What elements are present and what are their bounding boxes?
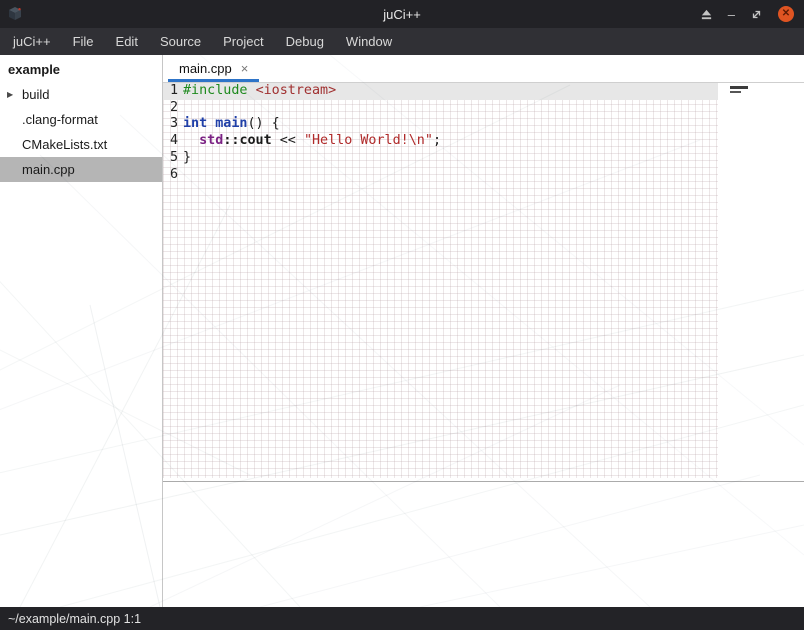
tree-item-main-cpp[interactable]: main.cpp bbox=[0, 157, 162, 182]
tab-close-icon[interactable]: × bbox=[241, 61, 249, 76]
statusbar: ~/example/main.cpp 1:1 bbox=[0, 607, 804, 630]
app-icon bbox=[7, 6, 23, 22]
line-number: 2 bbox=[163, 100, 178, 117]
titlebar: juCi++ – ✕ bbox=[0, 0, 804, 28]
code-line-4[interactable]: 4 std::cout << "Hello World!\n"; bbox=[163, 133, 718, 150]
code-editor[interactable]: 1#include <iostream>23int main() {4 std:… bbox=[163, 83, 804, 481]
tree-items: ▶build .clang-format CMakeLists.txt main.cp… bbox=[0, 82, 162, 182]
menu-window[interactable]: Window bbox=[335, 28, 403, 55]
tab-label: main.cpp bbox=[179, 61, 232, 76]
menu-edit[interactable]: Edit bbox=[105, 28, 149, 55]
code-line-3[interactable]: 3int main() { bbox=[163, 116, 718, 133]
code-line-5[interactable]: 5} bbox=[163, 150, 718, 167]
tree-item-label: main.cpp bbox=[16, 162, 75, 177]
window-title: juCi++ bbox=[383, 7, 421, 22]
statusbar-path: ~/example/main.cpp 1:1 bbox=[8, 612, 141, 626]
code-text bbox=[178, 100, 183, 117]
tree-item-build[interactable]: ▶build bbox=[0, 82, 162, 107]
menu-juci[interactable]: juCi++ bbox=[2, 28, 62, 55]
line-number: 5 bbox=[163, 150, 178, 167]
menu-source[interactable]: Source bbox=[149, 28, 212, 55]
line-number: 1 bbox=[163, 83, 178, 100]
menu-debug[interactable]: Debug bbox=[275, 28, 335, 55]
code-line-6[interactable]: 6 bbox=[163, 167, 718, 184]
file-tree: example ▶build .clang-format CMakeLists.tx… bbox=[0, 55, 163, 607]
window-controls: – ✕ bbox=[700, 0, 794, 28]
code-line-1[interactable]: 1#include <iostream> bbox=[163, 83, 718, 100]
code-text: std::cout << "Hello World!\n"; bbox=[178, 133, 441, 150]
line-number: 3 bbox=[163, 116, 178, 133]
juci-window: juCi++ – ✕ juCi++FileEditSourceProjectDe… bbox=[0, 0, 804, 630]
code-line-2[interactable]: 2 bbox=[163, 100, 718, 117]
minimize-button[interactable]: – bbox=[728, 8, 735, 21]
main-column: main.cpp × 1#include <iostream>23int mai… bbox=[163, 55, 804, 607]
code-text bbox=[178, 167, 183, 184]
tree-root-example[interactable]: example bbox=[0, 58, 162, 82]
tab-main-cpp[interactable]: main.cpp × bbox=[168, 55, 259, 82]
eject-icon bbox=[700, 8, 713, 21]
tree-item-label: CMakeLists.txt bbox=[16, 137, 107, 152]
menubar: juCi++FileEditSourceProjectDebugWindow bbox=[0, 28, 804, 55]
tree-item-cmakelists-txt[interactable]: CMakeLists.txt bbox=[0, 132, 162, 157]
tree-item-clang-format[interactable]: .clang-format bbox=[0, 107, 162, 132]
terminal-panel[interactable] bbox=[163, 481, 804, 607]
line-number: 6 bbox=[163, 167, 178, 184]
tree-item-label: build bbox=[16, 87, 49, 102]
scrollbar-indicator[interactable] bbox=[730, 86, 748, 93]
menu-file[interactable]: File bbox=[62, 28, 105, 55]
code-text: #include <iostream> bbox=[178, 83, 336, 100]
code-lines: 1#include <iostream>23int main() {4 std:… bbox=[163, 83, 804, 183]
tabbar: main.cpp × bbox=[163, 55, 804, 83]
code-text: int main() { bbox=[178, 116, 280, 133]
maximize-button[interactable] bbox=[750, 8, 763, 21]
code-text: } bbox=[178, 150, 191, 167]
eject-button[interactable] bbox=[700, 8, 713, 21]
content-area: example ▶build .clang-format CMakeLists.tx… bbox=[0, 55, 804, 607]
line-number: 4 bbox=[163, 133, 178, 150]
close-button[interactable]: ✕ bbox=[778, 6, 794, 22]
expander-icon[interactable]: ▶ bbox=[0, 90, 16, 99]
menu-project[interactable]: Project bbox=[212, 28, 274, 55]
tree-item-label: .clang-format bbox=[16, 112, 98, 127]
maximize-icon bbox=[750, 8, 763, 21]
